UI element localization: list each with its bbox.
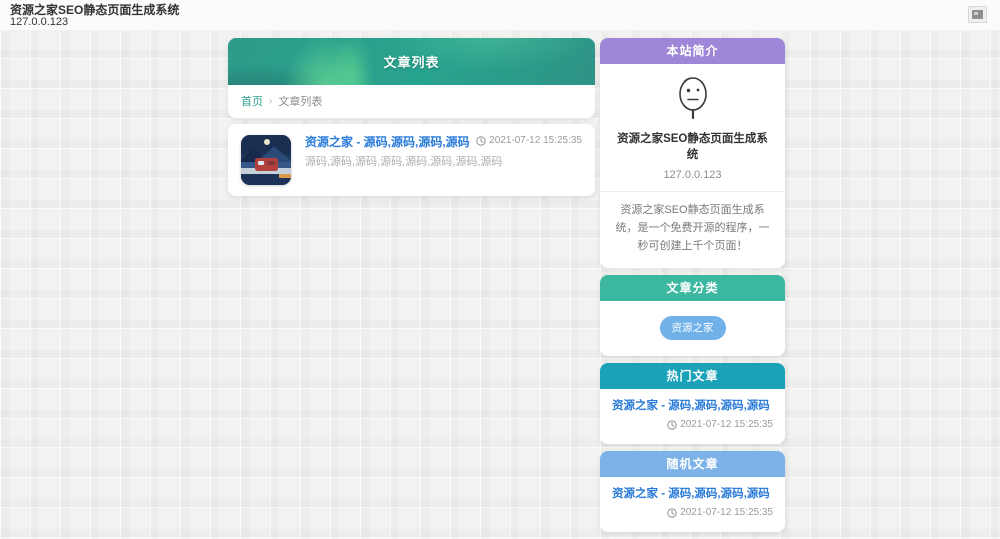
article-timestamp: 2021-07-12 15:25:35 — [476, 135, 582, 147]
random-articles-card: 随机文章 资源之家 - 源码,源码,源码,源码 2021-07-12 15:25… — [600, 451, 785, 532]
categories-body: 资源之家 — [600, 301, 785, 356]
hot-articles-header: 热门文章 — [600, 363, 785, 389]
category-button[interactable]: 资源之家 — [660, 316, 726, 340]
hot-article-timestamp: 2021-07-12 15:25:35 — [667, 419, 773, 431]
site-intro-card: 本站简介 资源之家SEO静态页面生成系统 127.0.0.123 资源之家SEO… — [600, 38, 785, 268]
hot-article-link[interactable]: 资源之家 - 源码,源码,源码,源码 — [612, 399, 773, 413]
hot-articles-body: 资源之家 - 源码,源码,源码,源码 2021-07-12 15:25:35 — [600, 389, 785, 444]
site-intro-name: 资源之家SEO静态页面生成系统 — [612, 130, 773, 162]
breadcrumb-home-link[interactable]: 首页 — [241, 93, 263, 109]
sidebar: 本站简介 资源之家SEO静态页面生成系统 127.0.0.123 资源之家SEO… — [600, 38, 785, 539]
random-articles-body: 资源之家 - 源码,源码,源码,源码 2021-07-12 15:25:35 — [600, 477, 785, 532]
site-title: 资源之家SEO静态页面生成系统 — [10, 4, 179, 16]
article-thumbnail[interactable] — [241, 135, 291, 185]
site-intro-description: 资源之家SEO静态页面生成系统，是一个免费开源的程序，一秒可创建上千个页面！ — [612, 201, 773, 255]
clock-icon — [476, 136, 486, 146]
site-intro-body: 资源之家SEO静态页面生成系统 127.0.0.123 资源之家SEO静态页面生… — [600, 64, 785, 268]
site-intro-address: 127.0.0.123 — [612, 169, 773, 181]
main-column: 文章列表 首页 › 文章列表 — [228, 38, 595, 196]
article-title-link[interactable]: 资源之家 - 源码,源码,源码,源码 — [305, 135, 470, 149]
breadcrumb-current: 文章列表 — [278, 93, 322, 109]
night-scene-illustration — [241, 135, 291, 185]
article-list-header-card: 文章列表 首页 › 文章列表 — [228, 38, 595, 118]
divider — [600, 191, 785, 192]
article-body: 资源之家 - 源码,源码,源码,源码 2021-07-12 15:25:35 源… — [305, 135, 582, 169]
article-description: 源码,源码,源码,源码,源码,源码,源码,源码 — [305, 156, 582, 169]
article-list-item: 资源之家 - 源码,源码,源码,源码 2021-07-12 15:25:35 源… — [228, 124, 595, 196]
breadcrumb: 首页 › 文章列表 — [228, 85, 595, 118]
site-subtitle: 127.0.0.123 — [10, 17, 68, 28]
clock-icon — [667, 508, 677, 518]
broken-image-glyph — [972, 10, 983, 19]
top-bar: 资源之家SEO静态页面生成系统 127.0.0.123 — [0, 0, 1000, 31]
site-intro-header: 本站简介 — [600, 38, 785, 64]
breadcrumb-separator-icon: › — [269, 96, 272, 107]
random-article-timestamp: 2021-07-12 15:25:35 — [667, 507, 773, 519]
aurora-banner: 文章列表 — [228, 38, 595, 85]
categories-header: 文章分类 — [600, 275, 785, 301]
random-articles-header: 随机文章 — [600, 451, 785, 477]
hot-articles-card: 热门文章 资源之家 - 源码,源码,源码,源码 2021-07-12 15:25… — [600, 363, 785, 444]
broken-image-icon[interactable] — [968, 6, 987, 23]
doodle-face-avatar — [670, 74, 716, 122]
clock-icon — [667, 420, 677, 430]
random-article-link[interactable]: 资源之家 - 源码,源码,源码,源码 — [612, 487, 773, 501]
categories-card: 文章分类 资源之家 — [600, 275, 785, 356]
page-title: 文章列表 — [383, 52, 439, 71]
